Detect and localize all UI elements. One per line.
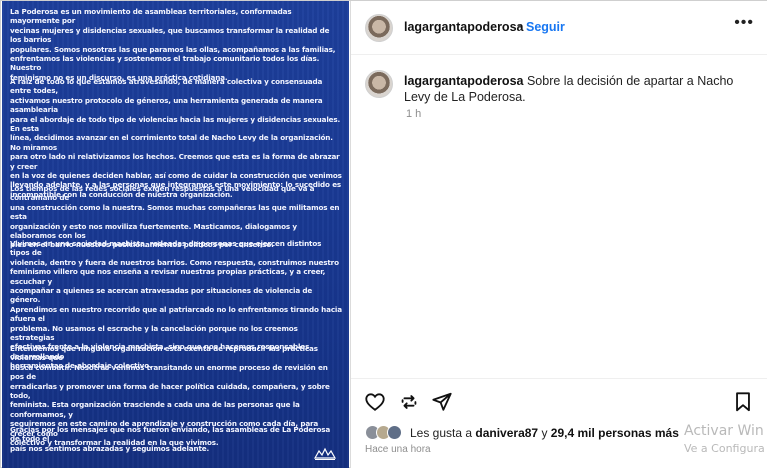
bookmark-icon[interactable] [732,391,754,413]
windows-activation-watermark: Activar Win Ve a Configura [684,423,765,455]
post-details-panel: lagargantapoderosa • Seguir ••• lagargan… [350,1,767,468]
image-paragraph-1: La Poderosa es un movimiento de asamblea… [10,7,336,82]
header-username[interactable]: lagargantapoderosa [404,20,523,34]
post-image[interactable]: La Poderosa es un movimiento de asamblea… [2,1,349,468]
follow-button[interactable]: Seguir [526,20,565,34]
watermark-line-2: Ve a Configura [684,442,765,455]
comment-icon[interactable] [398,391,420,413]
more-options-icon[interactable]: ••• [734,14,754,32]
caption-timestamp: 1 h [406,108,422,120]
window-frame: La Poderosa es un movimiento de asamblea… [0,0,767,468]
share-icon[interactable] [431,391,453,413]
action-bar [351,378,767,424]
liker-avatar[interactable] [387,425,402,440]
likes-prefix: Les gusta a [410,426,473,440]
header-separator: • [517,18,522,33]
caption-username[interactable]: lagargantapoderosa [404,74,523,88]
image-paragraph-6: Gracias por los mensajes que nos fueron … [10,425,331,453]
avatar[interactable] [365,14,393,42]
caption: lagargantapoderosa Sobre la decisión de … [404,73,754,105]
image-paragraph-2: A raíz de todo lo que estamos atravesand… [10,77,342,199]
likes-joiner: y [541,426,548,440]
caption-avatar[interactable] [365,70,393,98]
liker-username[interactable]: danivera87 [475,426,538,440]
heart-icon[interactable] [364,391,386,413]
watermark-line-1: Activar Win [684,423,764,439]
likes-count[interactable]: 29,4 mil personas más [551,426,679,440]
post-timestamp: Hace una hora [365,444,431,455]
logo-mark-icon [313,447,337,460]
post-header: lagargantapoderosa • Seguir ••• [351,1,767,55]
likes-text: Les gusta a danivera87 y 29,4 mil person… [410,426,679,440]
